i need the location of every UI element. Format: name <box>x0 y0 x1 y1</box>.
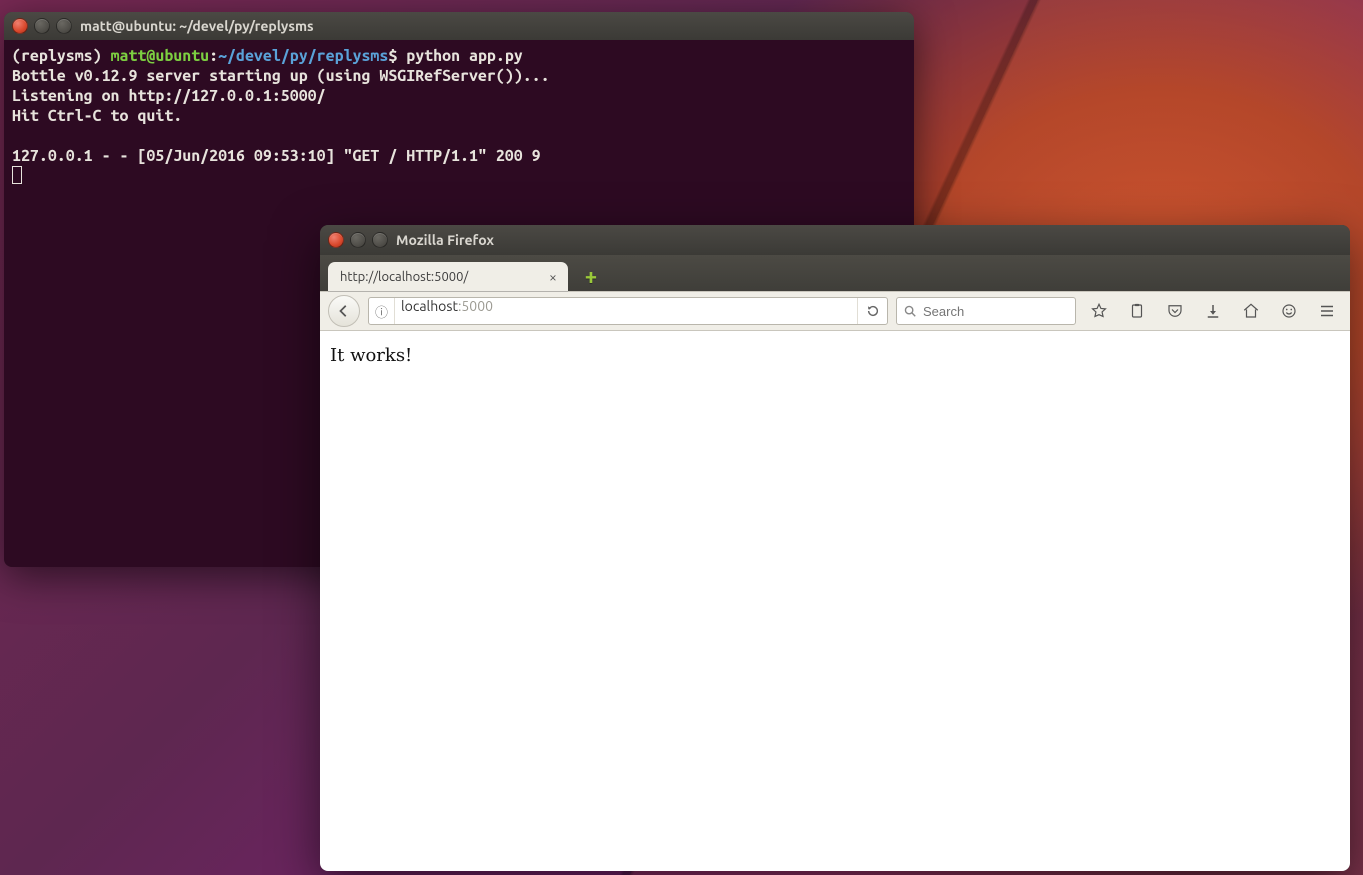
bookmark-star-button[interactable] <box>1084 297 1114 325</box>
back-button[interactable] <box>328 295 360 327</box>
minimize-icon[interactable] <box>34 18 50 34</box>
terminal-output-line: 127.0.0.1 - - [05/Jun/2016 09:53:10] "GE… <box>12 147 541 165</box>
reload-icon <box>866 304 880 318</box>
smile-icon <box>1280 302 1298 320</box>
search-bar[interactable] <box>896 297 1076 325</box>
prompt-path: ~/devel/py/replysms <box>218 47 388 65</box>
firefox-tabstrip: http://localhost:5000/ × + <box>320 255 1350 291</box>
firefox-window: Mozilla Firefox http://localhost:5000/ ×… <box>320 225 1350 871</box>
url-bar[interactable]: ⓘ localhost:5000 <box>368 297 888 325</box>
menu-button[interactable] <box>1312 297 1342 325</box>
terminal-output-line: Listening on http://127.0.0.1:5000/ <box>12 87 326 105</box>
url-host: localhost <box>401 298 458 314</box>
hamburger-icon <box>1318 302 1336 320</box>
star-icon <box>1090 302 1108 320</box>
pocket-icon <box>1166 302 1184 320</box>
url-input[interactable]: localhost:5000 <box>395 298 857 324</box>
search-icon <box>903 304 917 318</box>
maximize-icon[interactable] <box>56 18 72 34</box>
smile-button[interactable] <box>1274 297 1304 325</box>
downloads-button[interactable] <box>1198 297 1228 325</box>
download-icon <box>1204 302 1222 320</box>
back-arrow-icon <box>337 304 351 318</box>
minimize-icon[interactable] <box>350 232 366 248</box>
prompt-sep: : <box>209 47 218 65</box>
pocket-button[interactable] <box>1160 297 1190 325</box>
firefox-titlebar[interactable]: Mozilla Firefox <box>320 225 1350 255</box>
firefox-title: Mozilla Firefox <box>396 232 494 248</box>
terminal-output-line: Hit Ctrl-C to quit. <box>12 107 182 125</box>
firefox-toolbar: ⓘ localhost:5000 <box>320 291 1350 331</box>
search-input[interactable] <box>923 304 1069 319</box>
new-tab-button[interactable]: + <box>578 265 604 287</box>
maximize-icon[interactable] <box>372 232 388 248</box>
reload-button[interactable] <box>857 298 887 324</box>
url-port: :5000 <box>458 298 493 314</box>
prompt-dollar: $ <box>388 47 406 65</box>
terminal-output-line: Bottle v0.12.9 server starting up (using… <box>12 67 550 85</box>
terminal-window-controls <box>12 18 72 34</box>
tab-active[interactable]: http://localhost:5000/ × <box>328 262 568 292</box>
terminal-titlebar[interactable]: matt@ubuntu: ~/devel/py/replysms <box>4 12 914 40</box>
page-content: It works! <box>320 331 1350 871</box>
clipboard-icon <box>1128 302 1146 320</box>
terminal-cursor <box>12 166 22 184</box>
close-icon[interactable] <box>12 18 28 34</box>
reading-list-button[interactable] <box>1122 297 1152 325</box>
terminal-command: python app.py <box>406 47 522 65</box>
page-body-text: It works! <box>330 345 412 366</box>
home-icon <box>1242 302 1260 320</box>
tab-label: http://localhost:5000/ <box>340 270 468 284</box>
home-button[interactable] <box>1236 297 1266 325</box>
prompt-user: matt@ubuntu <box>111 47 210 65</box>
firefox-window-controls <box>328 232 388 248</box>
close-icon[interactable] <box>328 232 344 248</box>
tab-close-icon[interactable]: × <box>546 270 560 284</box>
prompt-env: (replysms) <box>12 47 111 65</box>
terminal-title: matt@ubuntu: ~/devel/py/replysms <box>80 18 314 34</box>
site-info-icon[interactable]: ⓘ <box>369 298 395 324</box>
